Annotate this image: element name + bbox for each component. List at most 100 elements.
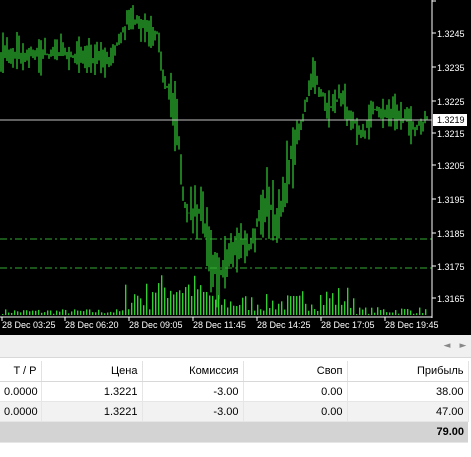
cell-price: 1.3221 <box>41 401 143 422</box>
volume-bar <box>245 296 247 315</box>
volume-bar <box>362 309 364 315</box>
volume-bar <box>350 307 352 315</box>
volume-bar <box>383 309 385 315</box>
column-header-profit[interactable]: Прибыль <box>347 361 469 382</box>
volume-bar <box>260 309 262 315</box>
volume-bar <box>230 301 232 315</box>
volume-bar <box>389 312 391 315</box>
column-header-tp[interactable]: T / P <box>0 361 42 382</box>
volume-bar <box>176 292 178 315</box>
terminal-scroll-strip: ◄ ► <box>0 335 471 358</box>
orders-table: T / P Цена Комиссия Своп Прибыль 0.0000 … <box>0 361 469 443</box>
volume-bar <box>197 289 199 315</box>
volume-bar <box>290 296 292 315</box>
time-axis-label: 28 Dec 03:25 <box>2 320 56 330</box>
volume-bar <box>137 295 139 315</box>
volume-bar <box>182 293 184 315</box>
volume-bar <box>2 313 4 315</box>
volume-bar <box>173 294 175 315</box>
volume-bar <box>401 308 403 315</box>
volume-bar <box>143 305 145 315</box>
volume-bar <box>107 312 109 315</box>
volume-bar <box>410 310 412 315</box>
total-profit: 79.00 <box>347 421 468 443</box>
volume-bar <box>89 309 91 315</box>
volume-bar <box>215 299 217 315</box>
volume-bar <box>335 304 337 315</box>
volume-bar <box>377 307 379 315</box>
volume-bar <box>353 298 355 315</box>
terminal-panel: ◄ ► T / P Цена Комиссия Своп Прибыль 0.0… <box>0 335 471 457</box>
chart-canvas[interactable]: 1.3245 1.3235 1.3225 1.3215 1.3205 1.3195 1.31… <box>0 0 471 335</box>
column-header-price[interactable]: Цена <box>41 361 143 382</box>
table-row[interactable]: 0.0000 1.3221 -3.00 0.00 47.00 <box>0 401 469 422</box>
volume-bar <box>122 310 124 315</box>
volume-bar <box>164 287 166 315</box>
volume-bar <box>209 295 211 315</box>
price-axis-label: 1.3235 <box>437 63 465 73</box>
time-axis-label: 28 Dec 06:20 <box>65 320 119 330</box>
volume-bar <box>338 288 340 315</box>
volume-bar <box>29 311 31 315</box>
volume-bar <box>203 291 205 315</box>
volume-bar <box>95 312 97 315</box>
volume-bar <box>329 298 331 315</box>
volume-bar <box>146 283 148 315</box>
price-axis-label: 1.3215 <box>437 129 465 139</box>
cell-profit: 47.00 <box>347 401 469 422</box>
price-chart[interactable]: 1.3245 1.3235 1.3225 1.3215 1.3205 1.3195 1.31… <box>0 0 471 335</box>
volume-bar <box>161 275 163 315</box>
volume-bar <box>293 295 295 315</box>
volume-bar <box>116 309 118 315</box>
volume-bar <box>422 313 424 315</box>
volume-bar <box>284 309 286 315</box>
volume-bar <box>50 310 52 315</box>
volume-bar <box>332 293 334 315</box>
volume-bar <box>323 304 325 315</box>
volume-bar <box>413 313 415 315</box>
volume-bar <box>149 309 151 315</box>
volume-bar <box>47 310 49 315</box>
volume-bar <box>398 313 400 315</box>
volume-bar <box>74 309 76 315</box>
volume-bar <box>101 312 103 315</box>
volume-bar <box>38 309 40 315</box>
volume-bar <box>404 309 406 315</box>
volume-bar <box>365 307 367 315</box>
volume-bar <box>248 310 250 315</box>
volume-bar <box>206 291 208 315</box>
cell-profit: 38.00 <box>347 381 469 402</box>
volume-bar <box>356 313 358 315</box>
scroll-left-icon[interactable]: ◄ <box>440 339 454 353</box>
volume-bar <box>314 309 316 315</box>
volume-bar <box>269 308 271 315</box>
volume-bar <box>155 292 157 315</box>
scroll-right-icon[interactable]: ► <box>456 339 470 353</box>
table-row[interactable]: 0.0000 1.3221 -3.00 0.00 38.00 <box>0 381 469 402</box>
volume-bar <box>92 312 94 315</box>
volume-bar <box>320 294 322 315</box>
volume-bar <box>167 298 169 315</box>
volume-bar <box>326 291 328 315</box>
volume-bar <box>35 310 37 315</box>
cell-commission: -3.00 <box>142 381 244 402</box>
volume-bar <box>44 312 46 315</box>
volume-bar <box>296 296 298 315</box>
volume-bar <box>407 309 409 315</box>
time-axis-label: 28 Dec 19:45 <box>385 320 439 330</box>
volume-bar <box>275 309 277 315</box>
column-header-swap[interactable]: Своп <box>243 361 348 382</box>
volume-bar <box>419 307 421 315</box>
volume-bar <box>110 311 112 315</box>
volume-bar <box>152 292 154 315</box>
volume-bar <box>14 310 16 315</box>
volume-bar <box>266 294 268 315</box>
volume-bar <box>83 311 85 315</box>
volume-bar <box>212 295 214 315</box>
column-header-commission[interactable]: Комиссия <box>142 361 244 382</box>
volume-bar <box>56 310 58 315</box>
volume-bar <box>305 303 307 315</box>
volume-bar <box>5 309 7 315</box>
volume-bar <box>53 313 55 315</box>
cell-price: 1.3221 <box>41 381 143 402</box>
